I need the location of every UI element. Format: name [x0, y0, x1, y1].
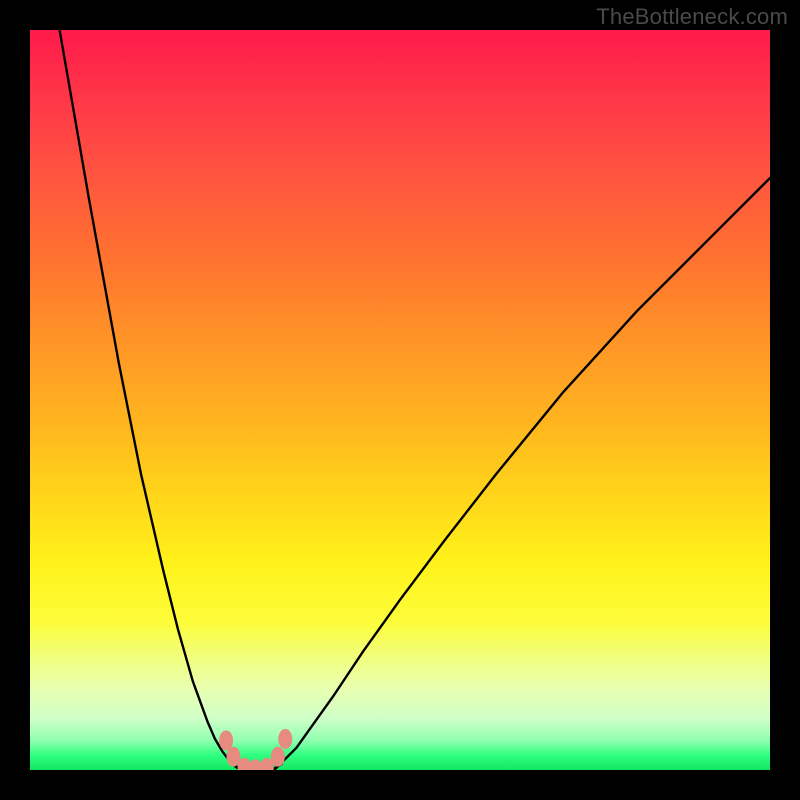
- marker-right-marker-upper: [278, 729, 292, 749]
- watermark-text: TheBottleneck.com: [596, 4, 788, 30]
- series-curve-right: [274, 178, 770, 770]
- curve-layer: [30, 30, 770, 770]
- plot-area: [30, 30, 770, 770]
- chart-frame: TheBottleneck.com: [0, 0, 800, 800]
- series-curve-left: [60, 30, 245, 770]
